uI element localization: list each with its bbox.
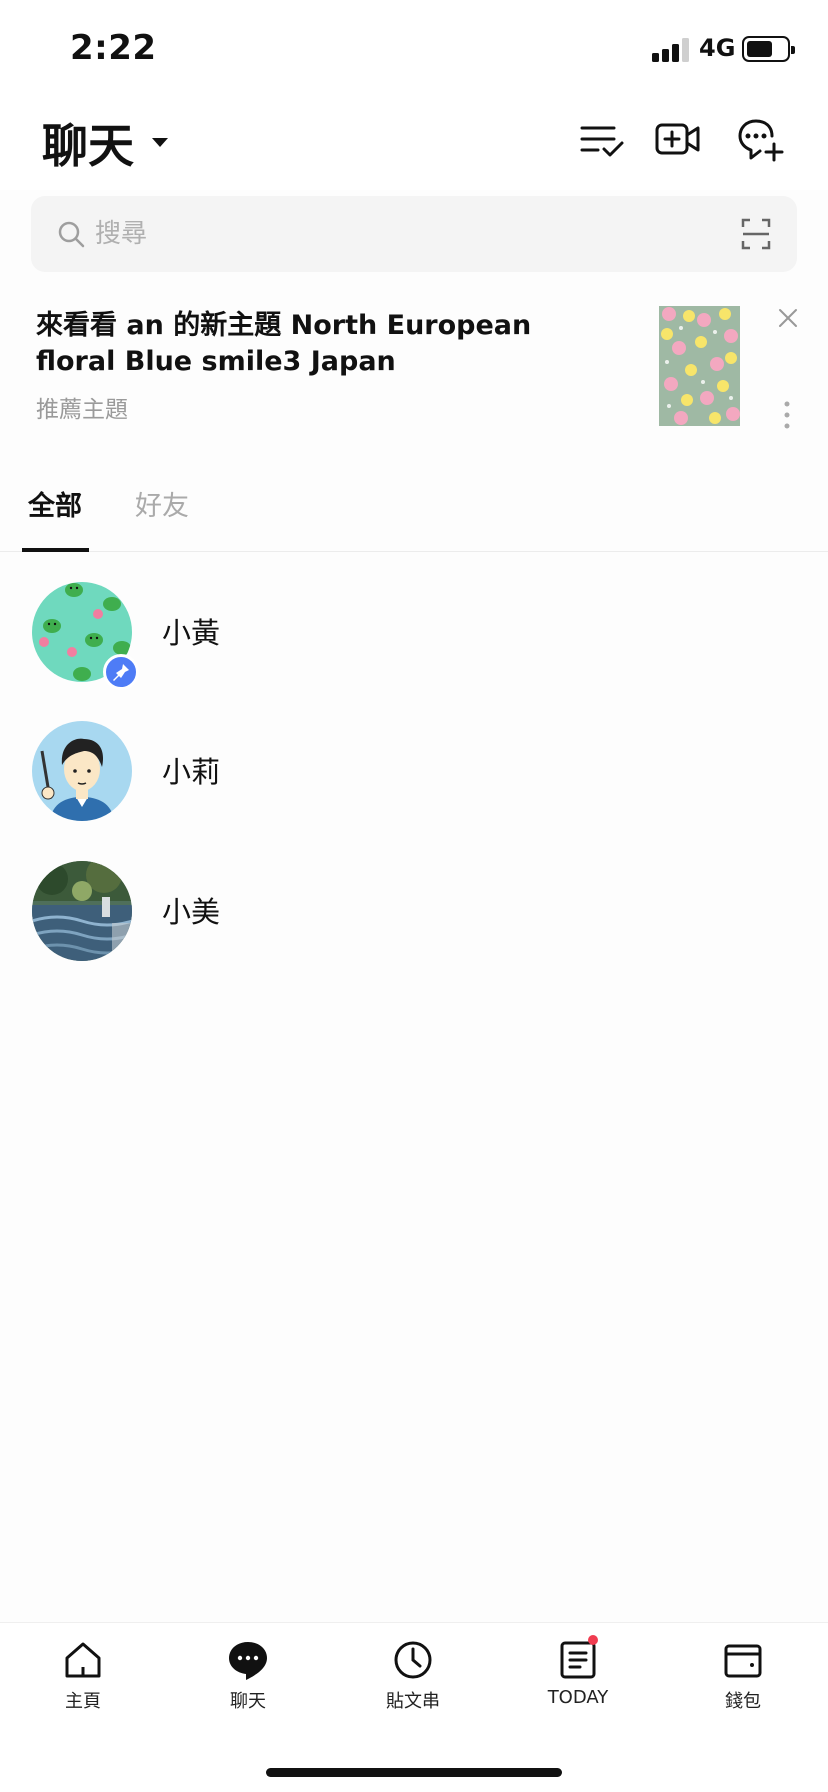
qr-scan-icon[interactable] [741,218,771,250]
nav-chat[interactable]: 聊天 [188,1639,308,1729]
chat-name: 小莉 [162,755,221,789]
notification-dot [588,1635,598,1645]
chat-name: 小黃 [162,616,221,650]
tab-active-indicator [22,548,89,552]
chat-filter-tabs: 全部 好友 [0,470,828,552]
status-bar: 2:22 4G [0,0,828,100]
nav-home[interactable]: 主頁 [23,1639,143,1729]
nav-today[interactable]: TODAY [518,1635,638,1729]
status-time: 2:22 [70,28,157,68]
nav-timeline[interactable]: 貼文串 [353,1639,473,1729]
chat-list-item[interactable]: 小莉 [0,705,828,835]
new-chat-icon[interactable] [736,116,784,164]
battery-icon [742,36,795,62]
chat-name: 小美 [162,895,221,929]
tab-friends[interactable]: 好友 [135,484,189,523]
news-icon [560,1641,596,1679]
nav-label: 聊天 [230,1691,266,1712]
signal-icon [652,38,689,62]
banner-subtitle: 推薦主題 [36,397,128,423]
pin-icon [103,654,139,690]
search-icon [58,221,85,248]
theme-recommendation-banner[interactable]: 來看看 an 的新主題 North European floral Blue s… [0,290,828,440]
avatar [32,721,132,821]
wallet-icon [724,1644,762,1678]
bottom-navigation: 主頁 聊天 貼文串 TODAY 錢包 [0,1622,828,1792]
video-call-add-icon[interactable] [654,116,702,164]
chat-bubble-icon [229,1642,267,1680]
home-icon [65,1642,101,1678]
home-indicator[interactable] [266,1768,562,1777]
theme-thumbnail[interactable] [659,306,740,426]
chevron-down-icon[interactable] [152,138,168,147]
edit-list-icon[interactable] [578,116,626,164]
nav-label: 主頁 [65,1691,101,1712]
chat-list-item[interactable]: 小黃 [0,566,828,696]
search-bar[interactable] [31,196,797,272]
nav-wallet[interactable]: 錢包 [683,1639,803,1729]
clock-icon [394,1641,432,1679]
nav-label: 錢包 [725,1691,761,1712]
nav-label: TODAY [547,1687,609,1708]
tab-all[interactable]: 全部 [28,484,82,523]
network-type: 4G [699,34,736,62]
nav-label: 貼文串 [386,1691,440,1712]
close-icon[interactable] [776,306,800,330]
page-title[interactable]: 聊天 [42,110,134,176]
chat-list-item[interactable]: 小美 [0,845,828,975]
header: 聊天 [0,100,828,190]
more-options-icon[interactable] [783,400,791,430]
search-input[interactable] [95,212,695,256]
banner-title: 來看看 an 的新主題 North European floral Blue s… [36,310,532,377]
avatar [32,861,132,961]
